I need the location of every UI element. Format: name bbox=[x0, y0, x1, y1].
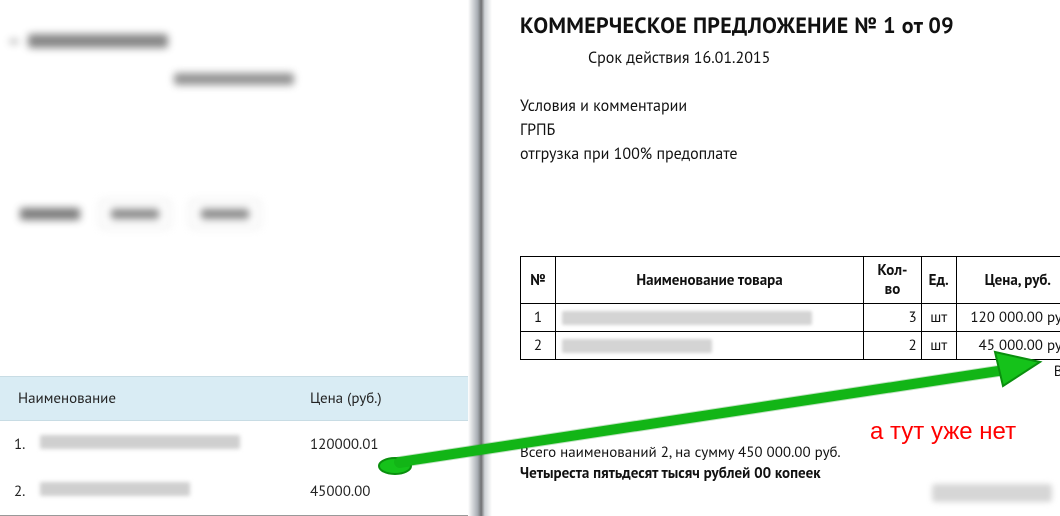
cell-num: 2 bbox=[521, 332, 556, 360]
table-header-row: № Наименование товара Кол-во Ед. Цена, р… bbox=[521, 257, 1060, 304]
left-blurred-content bbox=[0, 0, 468, 228]
th-name: Наименование товара bbox=[555, 257, 863, 304]
validity-label: Срок действия bbox=[588, 48, 689, 68]
sum-words-rest: пятьдесят тысяч рублей 00 копеек bbox=[593, 464, 820, 483]
left-row-num: 1. bbox=[10, 435, 40, 454]
cell-unit: шт bbox=[921, 304, 956, 332]
th-unit: Ед. bbox=[921, 257, 956, 304]
sum-in-words: Четыреста пятьдесят тысяч рублей 00 копе… bbox=[520, 464, 1060, 483]
document-preview: КОММЕРЧЕСКОЕ ПРЕДЛОЖЕНИЕ № 1 от 09 Срок … bbox=[492, 0, 1060, 516]
th-qty: Кол-во bbox=[864, 257, 922, 304]
items-table: № Наименование товара Кол-во Ед. Цена, р… bbox=[520, 256, 1060, 360]
left-row-price: 45000.00 bbox=[310, 482, 458, 501]
document-conditions: Условия и комментарии ГРПБ отгрузка при … bbox=[520, 94, 1060, 166]
left-row-name bbox=[40, 482, 310, 501]
sum-words-prefix: Четыреста bbox=[520, 464, 593, 483]
cell-name bbox=[555, 304, 863, 332]
cell-price: 120 000.00 руб. bbox=[956, 304, 1060, 332]
cell-unit: шт bbox=[921, 332, 956, 360]
document-title: КОММЕРЧЕСКОЕ ПРЕДЛОЖЕНИЕ № 1 от 09 bbox=[520, 12, 1060, 40]
left-table-row: 2. 45000.00 bbox=[0, 468, 468, 515]
table-row: 2 2 шт 45 000.00 руб. bbox=[521, 332, 1060, 360]
total-count: 2 bbox=[661, 443, 669, 462]
total-line: Всего наименований 2, на сумму 450 000.0… bbox=[520, 443, 1060, 462]
left-row-price: 120000.01 bbox=[310, 435, 458, 454]
cell-name bbox=[555, 332, 863, 360]
left-panel: Наименование Цена (руб.) 1. 120000.01 2.… bbox=[0, 0, 468, 516]
conditions-heading: Условия и комментарии bbox=[520, 94, 1060, 118]
panel-divider bbox=[468, 0, 492, 516]
total-prefix: Всего наименований bbox=[520, 443, 661, 462]
th-number: № bbox=[521, 257, 556, 304]
cell-qty: 3 bbox=[864, 304, 922, 332]
blurred-signature bbox=[932, 484, 1052, 502]
conditions-line: отгрузка при 100% предоплате bbox=[520, 142, 1060, 166]
total-sum: 450 000.00 руб. bbox=[738, 443, 841, 462]
left-items-table: Наименование Цена (руб.) 1. 120000.01 2.… bbox=[0, 376, 468, 515]
left-row-num: 2. bbox=[10, 482, 40, 501]
validity-date: 16.01.2015 bbox=[694, 48, 771, 68]
cell-num: 1 bbox=[521, 304, 556, 332]
table-row: 1 3 шт 120 000.00 руб. bbox=[521, 304, 1060, 332]
cell-qty: 2 bbox=[864, 332, 922, 360]
th-price: Цена, руб. bbox=[956, 257, 1060, 304]
cell-price: 45 000.00 руб. bbox=[956, 332, 1060, 360]
left-header-price: Цена (руб.) bbox=[310, 389, 458, 408]
left-table-header: Наименование Цена (руб.) bbox=[0, 376, 468, 421]
conditions-line: ГРПБ bbox=[520, 118, 1060, 142]
left-header-name: Наименование bbox=[10, 389, 310, 408]
document-validity: Срок действия 16.01.2015 bbox=[520, 48, 1060, 68]
left-row-name bbox=[40, 435, 310, 454]
after-table-text: В то bbox=[520, 362, 1060, 381]
total-mid: , на сумму bbox=[669, 443, 738, 462]
left-table-row: 1. 120000.01 bbox=[0, 421, 468, 468]
